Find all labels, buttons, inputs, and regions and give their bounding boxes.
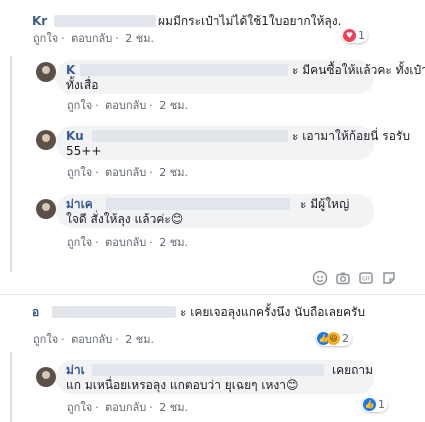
comment-actions: ถูกใจ · ตอบกลับ · 2 ชม. bbox=[33, 333, 154, 346]
comment-actions: ถูกใจ · ตอบกลับ · 2 ชม. bbox=[33, 32, 154, 45]
love-icon: ♥ bbox=[343, 28, 356, 42]
comment-text: ะ มีคนซื้อให้แล้วคะ ทั้งเป๋า bbox=[292, 63, 425, 77]
reaction-summary[interactable]: 👍 1 bbox=[362, 396, 388, 412]
comment-actions: ถูกใจ · ตอบกลับ · 2 ชม. bbox=[67, 401, 188, 414]
reply-link[interactable]: ตอบกลับ bbox=[105, 236, 146, 249]
redacted-name bbox=[92, 364, 324, 376]
redacted-name bbox=[54, 15, 156, 27]
avatar[interactable] bbox=[36, 199, 56, 219]
comment-text: ผมมีกระเป๋าไม่ได้ใช้1ใบอยากให้ลุง. bbox=[158, 14, 342, 28]
reply-link[interactable]: ตอบกลับ bbox=[105, 401, 146, 414]
comment-actions: ถูกใจ · ตอบกลับ · 2 ชม. bbox=[67, 99, 188, 112]
comment-bubble: Kr ผมมีกระเป๋าไม่ได้ใช้1ใบอยากให้ลุง. bbox=[22, 8, 370, 34]
emoji-icon[interactable] bbox=[312, 270, 328, 286]
comment-bubble: ม่าเ เคยถาม แก มเหนื่อยเหรอลุง แกตอบว่า … bbox=[56, 360, 374, 394]
commenter-name[interactable]: ม่าเ bbox=[66, 362, 85, 378]
avatar[interactable] bbox=[36, 367, 56, 387]
svg-text:GIF: GIF bbox=[361, 277, 370, 283]
timestamp[interactable]: 2 ชม. bbox=[159, 99, 188, 112]
reply-link[interactable]: ตอบกลับ bbox=[105, 99, 146, 112]
commenter-name[interactable]: Kr bbox=[32, 13, 47, 29]
timestamp[interactable]: 2 ชม. bbox=[159, 166, 188, 179]
comment-text: เคยถาม bbox=[332, 363, 374, 377]
reply-link[interactable]: ตอบกลับ bbox=[71, 333, 112, 346]
reply-link[interactable]: ตอบกลับ bbox=[71, 32, 112, 45]
gif-icon[interactable]: GIF bbox=[358, 270, 374, 286]
like-link[interactable]: ถูกใจ bbox=[33, 333, 58, 346]
comment-bubble: อ ะ เคยเจอลุงแกครั้งนึง นับถือเลยครับ bbox=[22, 300, 366, 324]
like-link[interactable]: ถูกใจ bbox=[67, 99, 92, 112]
timestamp[interactable]: 2 ชม. bbox=[159, 236, 188, 249]
haha-icon: 😆 bbox=[327, 331, 340, 345]
commenter-name[interactable]: อ bbox=[32, 304, 39, 320]
commenter-name[interactable]: Ku bbox=[66, 128, 84, 144]
like-link[interactable]: ถูกใจ bbox=[67, 236, 92, 249]
thread-line bbox=[10, 352, 12, 422]
timestamp[interactable]: 2 ชม. bbox=[125, 333, 154, 346]
redacted-name bbox=[52, 306, 176, 318]
reaction-summary[interactable]: ♥ 1 bbox=[342, 27, 368, 43]
camera-icon[interactable] bbox=[335, 270, 351, 286]
divider bbox=[0, 294, 425, 295]
comment-text: ะ เอามาให้ก้อยนี่ รอรับ bbox=[292, 129, 410, 143]
redacted-name bbox=[80, 64, 288, 76]
redacted-name bbox=[106, 198, 290, 210]
avatar[interactable] bbox=[36, 130, 56, 150]
comment-actions: ถูกใจ · ตอบกลับ · 2 ชม. bbox=[67, 166, 188, 179]
timestamp[interactable]: 2 ชม. bbox=[159, 401, 188, 414]
comment-bubble: ม่าเค ะ มีผู้ใหญ่ ใจดี สั่งให้ลุง แล้วค่… bbox=[56, 194, 374, 228]
avatar[interactable] bbox=[36, 62, 56, 82]
comment-bubble: Ku ะ เอามาให้ก้อยนี่ รอรับ 55++ bbox=[56, 126, 410, 160]
reaction-summary[interactable]: 👍 😆 2 bbox=[316, 330, 352, 346]
sticker-icon[interactable] bbox=[381, 270, 397, 286]
comment-text-line2: 55++ bbox=[66, 144, 102, 158]
comment-text: ะ เคยเจอลุงแกครั้งนึง นับถือเลยครับ bbox=[180, 305, 366, 319]
comment-bubble: K ะ มีคนซื้อให้แล้วคะ ทั้งเป๋า ทั้งเสื่อ bbox=[56, 60, 425, 94]
comment-text-line2: แก มเหนื่อยเหรอลุง แกตอบว่า ยุเฉยๆ เหงา😊 bbox=[66, 378, 299, 392]
comment-text: ะ มีผู้ใหญ่ bbox=[300, 197, 350, 211]
reply-link[interactable]: ตอบกลับ bbox=[105, 166, 146, 179]
composer-toolbar: GIF bbox=[312, 270, 397, 286]
thread-line bbox=[10, 56, 12, 272]
like-link[interactable]: ถูกใจ bbox=[67, 166, 92, 179]
redacted-name bbox=[92, 130, 288, 142]
commenter-name[interactable]: ม่าเค bbox=[66, 196, 93, 212]
timestamp[interactable]: 2 ชม. bbox=[125, 32, 154, 45]
like-link[interactable]: ถูกใจ bbox=[33, 32, 58, 45]
comment-text-line2: ทั้งเสื่อ bbox=[66, 78, 99, 92]
like-icon: 👍 bbox=[363, 397, 376, 411]
like-link[interactable]: ถูกใจ bbox=[67, 401, 92, 414]
comment-actions: ถูกใจ · ตอบกลับ · 2 ชม. bbox=[67, 236, 188, 249]
commenter-name[interactable]: K bbox=[66, 62, 75, 78]
comment-text-line2: ใจดี สั่งให้ลุง แล้วค่ะ😊 bbox=[66, 212, 184, 226]
